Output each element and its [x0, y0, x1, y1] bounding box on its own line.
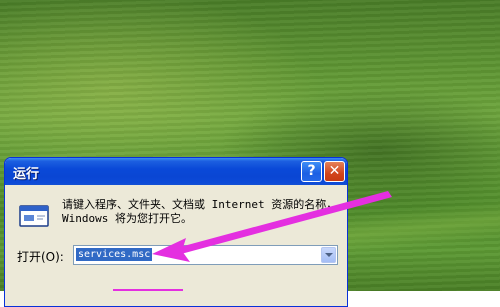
dialog-description: 请键入程序、文件夹、文档或 Internet 资源的名称，Windows 将为您…: [62, 198, 338, 225]
help-icon: ?: [307, 163, 316, 179]
run-dialog: 运行 ? ✕ 请键入程序、文件夹、文档或 Internet 资源的名称，Wind…: [4, 157, 348, 307]
run-program-icon: [19, 205, 49, 227]
dialog-title: 运行: [13, 167, 40, 182]
title-bar[interactable]: 运行 ? ✕: [5, 158, 347, 185]
help-button[interactable]: ?: [301, 161, 322, 182]
command-input-value[interactable]: services.msc: [76, 248, 153, 261]
chevron-down-icon[interactable]: [321, 247, 336, 263]
close-button[interactable]: ✕: [324, 161, 345, 182]
open-label: 打开(O):: [17, 250, 64, 264]
close-icon: ✕: [328, 163, 341, 179]
command-input[interactable]: services.msc: [73, 245, 338, 265]
ok-button-highlight: [113, 289, 183, 306]
